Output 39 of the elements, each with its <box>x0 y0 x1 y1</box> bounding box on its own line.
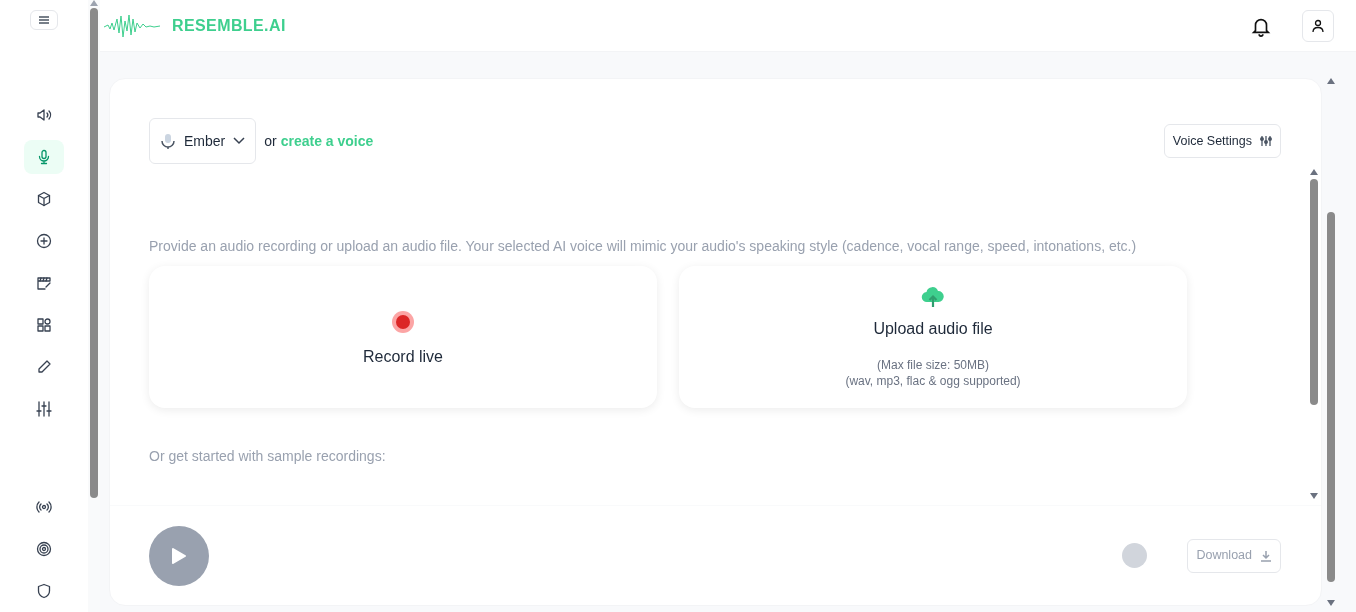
apps-icon <box>36 317 52 333</box>
scroll-down-icon[interactable] <box>1310 493 1318 499</box>
scrollbar-thumb[interactable] <box>1310 179 1318 405</box>
scrollbar-thumb[interactable] <box>1327 212 1335 582</box>
menu-icon <box>38 15 50 25</box>
microphone-icon <box>160 133 176 149</box>
clapperboard-icon <box>36 275 52 291</box>
sliders-icon <box>1260 135 1272 147</box>
profile-button[interactable] <box>1302 9 1334 42</box>
voice-dropdown[interactable]: Ember <box>149 118 257 164</box>
menu-button[interactable] <box>30 10 58 30</box>
brand-name: RESEMBLE.AI <box>172 15 286 36</box>
scroll-up-icon[interactable] <box>1310 169 1318 175</box>
microphone-icon <box>36 149 52 165</box>
person-icon <box>1311 18 1325 33</box>
broadcast-icon <box>36 499 52 515</box>
or-label: or <box>264 131 277 151</box>
target-icon <box>36 541 52 557</box>
sliders-icon <box>36 401 52 417</box>
cube-icon <box>36 191 52 207</box>
scroll-up-icon[interactable] <box>1327 78 1335 84</box>
play-icon <box>171 546 187 565</box>
file-note: (Max file size: 50MB) <box>876 357 989 373</box>
upload-audio-card[interactable]: Upload audio file (Max file size: 50MB) (wav, mp3, flac & ogg supported) <box>679 266 1187 408</box>
record-live-card[interactable]: Record live <box>149 266 657 408</box>
cloud-upload-icon <box>921 285 945 309</box>
shield-icon <box>36 583 52 599</box>
plus-circle-icon <box>36 233 52 249</box>
speaker-icon <box>36 107 52 123</box>
scroll-down-icon[interactable] <box>1327 600 1335 606</box>
description-text: Provide an audio recording or upload an audio file. Your selected AI voice will mimic your audio's speaking style (cadence, vocal range, speed, intonations, etc.) <box>149 237 1138 256</box>
scrollbar-thumb[interactable] <box>90 8 98 498</box>
file-note: (wav, mp3, flac & ogg supported) <box>845 373 1021 389</box>
download-icon <box>1260 549 1272 562</box>
record-dot-icon <box>392 311 414 333</box>
voice-settings-button[interactable]: Voice Settings <box>1163 124 1281 158</box>
chevron-down-icon <box>233 137 246 145</box>
samples-label: Or get started with sample recordings: <box>149 447 387 466</box>
pencil-icon <box>36 359 52 375</box>
